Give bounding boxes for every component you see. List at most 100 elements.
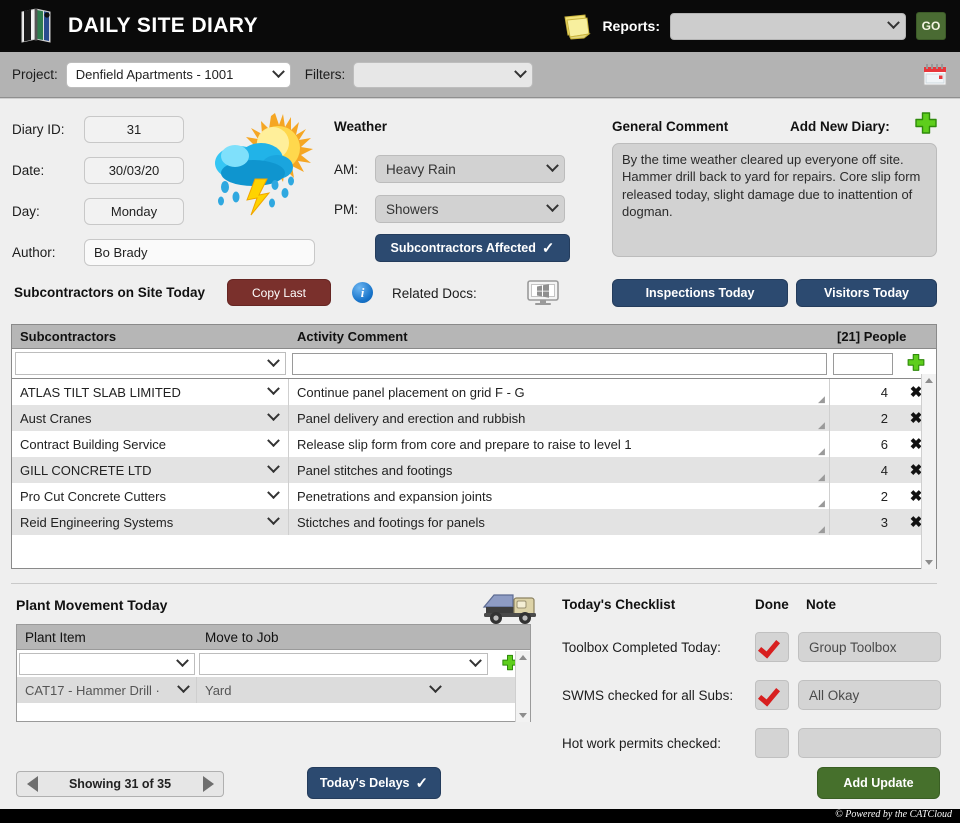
diary-day-row: Day: Monday — [12, 198, 184, 225]
row-people-count[interactable]: 4 — [830, 379, 896, 405]
checklist-rows: Toolbox Completed Today: Group Toolbox SWM… — [562, 623, 942, 767]
row-activity-comment[interactable]: Release slip form from core and prepare … — [289, 431, 830, 457]
checklist-item-checkbox[interactable] — [755, 728, 789, 758]
row-activity-comment[interactable]: Panel delivery and erection and rubbish ◢ — [289, 405, 830, 431]
previous-arrow-icon[interactable] — [17, 772, 47, 796]
scroll-up-icon[interactable] — [519, 655, 527, 660]
scroll-down-icon[interactable] — [519, 713, 527, 718]
row-activity-value: Panel delivery and erection and rubbish — [297, 410, 526, 426]
table-row[interactable]: ATLAS TILT SLAB LIMITED Continue panel pl… — [12, 379, 936, 405]
related-docs-label: Related Docs: — [392, 286, 477, 301]
row-subcontractor-select[interactable]: Reid Engineering Systems — [12, 509, 289, 535]
diary-day-field[interactable]: Monday — [84, 198, 184, 225]
plant-item-select[interactable]: CAT17 - Hammer Drill · — [17, 677, 197, 703]
checklist-item-note[interactable]: All Okay — [798, 680, 941, 710]
diary-date-field[interactable]: 30/03/20 — [84, 157, 184, 184]
go-button[interactable]: GO — [916, 12, 946, 40]
resize-handle-icon[interactable]: ◢ — [818, 525, 826, 534]
chevron-down-icon — [177, 680, 190, 694]
new-plant-item-select[interactable] — [19, 652, 195, 675]
project-label: Project: — [12, 67, 58, 82]
resize-handle-icon[interactable]: ◢ — [818, 499, 826, 508]
header-subcontractors: Subcontractors — [20, 329, 117, 344]
reports-select[interactable] — [670, 12, 906, 40]
diary-author-field[interactable]: Bo Brady — [84, 239, 315, 266]
resize-handle-icon[interactable]: ◢ — [818, 447, 826, 456]
chevron-down-icon — [176, 653, 189, 667]
row-subcontractor-select[interactable]: ATLAS TILT SLAB LIMITED — [12, 379, 289, 405]
table-row[interactable]: GILL CONCRETE LTD Panel stitches and foot… — [12, 457, 936, 483]
checklist-item-checkbox[interactable] — [755, 680, 789, 710]
plant-row[interactable]: CAT17 - Hammer Drill · Yard — [17, 677, 530, 703]
row-people-count[interactable]: 4 — [830, 457, 896, 483]
scroll-up-icon[interactable] — [925, 378, 933, 383]
row-subcontractor-value: ATLAS TILT SLAB LIMITED — [20, 384, 181, 400]
row-activity-comment[interactable]: Continue panel placement on grid F - G ◢ — [289, 379, 830, 405]
subcontractors-affected-button[interactable]: Subcontractors Affected ✓ — [375, 234, 570, 262]
diary-id-field[interactable]: 31 — [84, 116, 184, 143]
check-icon — [757, 635, 781, 659]
add-subcontractor-plus-icon[interactable] — [896, 353, 936, 375]
resize-handle-icon[interactable]: ◢ — [818, 395, 826, 404]
header-activity: Activity Comment — [297, 329, 408, 344]
checklist-item-note[interactable] — [798, 728, 941, 758]
checklist-item-note[interactable]: Group Toolbox — [798, 632, 941, 662]
row-people-count[interactable]: 6 — [830, 431, 896, 457]
new-activity-input[interactable] — [292, 352, 827, 375]
table-row[interactable]: Pro Cut Concrete Cutters Penetrations and… — [12, 483, 936, 509]
plant-move-value: Yard — [205, 682, 232, 698]
checklist-item-checkbox[interactable] — [755, 632, 789, 662]
diary-author-row: Author: Bo Brady — [12, 239, 315, 266]
plant-move-select[interactable]: Yard — [197, 677, 490, 703]
diary-id-row: Diary ID: 31 — [12, 116, 184, 143]
row-subcontractor-select[interactable]: Pro Cut Concrete Cutters — [12, 483, 289, 509]
new-move-to-job-select[interactable] — [199, 652, 488, 675]
new-people-input[interactable] — [833, 352, 893, 375]
resize-handle-icon[interactable]: ◢ — [818, 473, 826, 482]
new-subcontractor-select[interactable] — [15, 352, 286, 375]
row-activity-comment[interactable]: Stictches and footings for panels ◢ — [289, 509, 830, 535]
add-update-button[interactable]: Add Update — [817, 767, 940, 799]
row-activity-value: Release slip form from core and prepare … — [297, 436, 632, 452]
project-select[interactable]: Denfield Apartments - 1001 — [65, 61, 291, 88]
row-activity-comment[interactable]: Panel stitches and footings ◢ — [289, 457, 830, 483]
plant-item-value: CAT17 - Hammer Drill · — [25, 682, 160, 698]
checklist-item: Hot work permits checked: — [562, 719, 942, 767]
chevron-down-icon — [267, 434, 280, 448]
monitor-icon[interactable] — [527, 280, 559, 305]
visitors-today-button[interactable]: Visitors Today — [796, 279, 937, 307]
plant-table-scrollbar[interactable] — [515, 651, 530, 722]
info-icon[interactable]: i — [352, 282, 373, 303]
copy-last-button[interactable]: Copy Last — [227, 279, 331, 306]
row-subcontractor-select[interactable]: Contract Building Service — [12, 431, 289, 457]
row-subcontractor-select[interactable]: Aust Cranes — [12, 405, 289, 431]
chevron-down-icon — [267, 460, 280, 474]
row-activity-comment[interactable]: Penetrations and expansion joints ◢ — [289, 483, 830, 509]
calendar-icon[interactable] — [922, 62, 948, 88]
table-row[interactable]: Reid Engineering Systems Stictches and fo… — [12, 509, 936, 535]
row-people-count[interactable]: 2 — [830, 483, 896, 509]
pager: Showing 31 of 35 — [16, 771, 224, 797]
filters-select[interactable] — [353, 61, 534, 88]
inspections-today-button[interactable]: Inspections Today — [612, 279, 788, 307]
chevron-down-icon — [887, 16, 900, 30]
weather-am-select[interactable]: Heavy Rain — [375, 155, 565, 183]
scroll-down-icon[interactable] — [925, 560, 933, 565]
table-row[interactable]: Aust Cranes Panel delivery and erection a… — [12, 405, 936, 431]
row-activity-value: Panel stitches and footings — [297, 462, 453, 478]
resize-handle-icon[interactable]: ◢ — [818, 421, 826, 430]
sticky-notes-icon[interactable] — [562, 12, 592, 40]
weather-pm-select[interactable]: Showers — [375, 195, 565, 223]
diary-date-row: Date: 30/03/20 — [12, 157, 184, 184]
row-subcontractor-select[interactable]: GILL CONCRETE LTD — [12, 457, 289, 483]
row-people-count[interactable]: 3 — [830, 509, 896, 535]
add-new-diary-plus-icon[interactable] — [912, 111, 940, 139]
row-people-count[interactable]: 2 — [830, 405, 896, 431]
plant-table: Plant Item Move to Job CAT17 - Hammer Dr… — [16, 624, 531, 722]
general-comment-textarea[interactable]: By the time weather cleared up everyone … — [612, 143, 937, 257]
table-row[interactable]: Contract Building Service Release slip fo… — [12, 431, 936, 457]
next-arrow-icon[interactable] — [193, 772, 223, 796]
subcontractors-table-scrollbar[interactable] — [921, 374, 936, 569]
todays-delays-button[interactable]: Today's Delays ✓ — [307, 767, 441, 799]
add-new-diary-label: Add New Diary: — [790, 119, 890, 134]
